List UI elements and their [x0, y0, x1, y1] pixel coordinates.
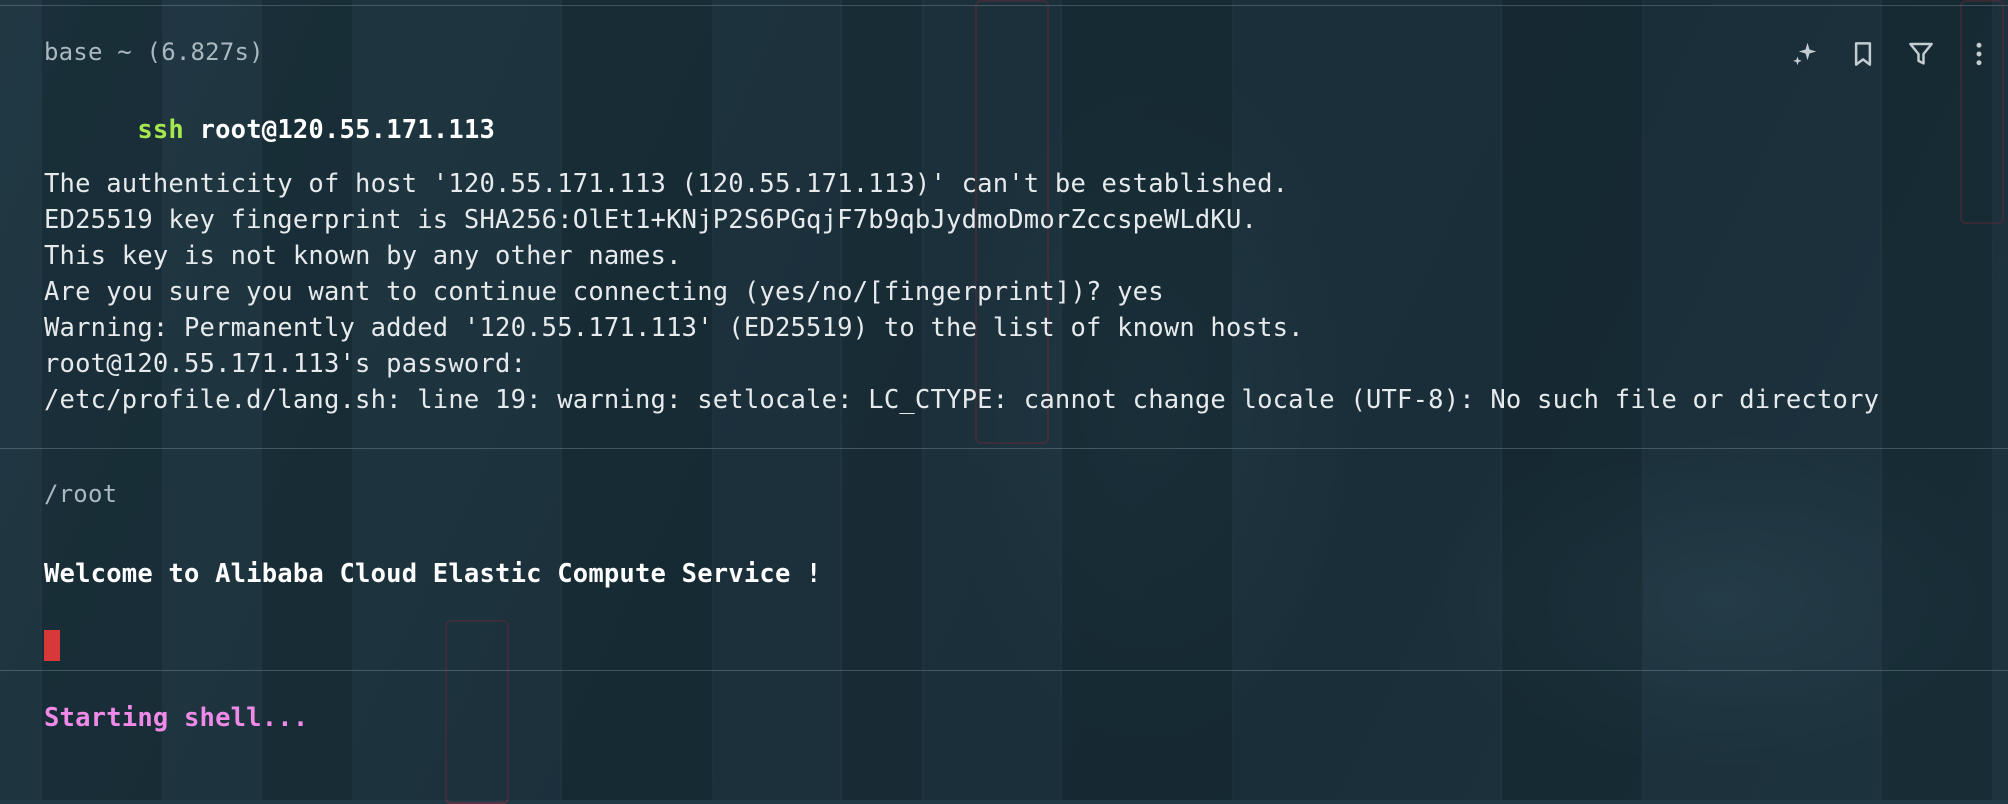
command-args: root@120.55.171.113: [199, 115, 496, 145]
more-vertical-icon: [1976, 42, 1982, 66]
block-toolbar: [1776, 34, 2008, 74]
ai-sparkle-button[interactable]: [1776, 34, 1834, 74]
output-line: The authenticity of host '120.55.171.113…: [44, 169, 1289, 199]
block-divider: [0, 448, 2008, 449]
status-message: Starting shell...: [44, 703, 309, 733]
output-line: root@120.55.171.113's password:: [44, 349, 527, 379]
output-line: Are you sure you want to continue connec…: [44, 277, 1164, 307]
output-line: This key is not known by any other names…: [44, 241, 682, 271]
terminal-cursor[interactable]: [44, 630, 60, 661]
bookmark-button[interactable]: [1834, 34, 1892, 74]
output-line: /etc/profile.d/lang.sh: line 19: warning…: [44, 385, 1880, 415]
terminal-output: base ~ (6.827s) ssh root@120.55.171.113 …: [0, 0, 2008, 800]
block-meta: base ~ (6.827s): [44, 38, 264, 66]
more-options-button[interactable]: [1950, 34, 2008, 74]
output-line: ED25519 key fingerprint is SHA256:OlEt1+…: [44, 205, 1258, 235]
current-directory: /root: [44, 480, 118, 508]
sparkle-icon: [1793, 42, 1817, 66]
top-divider: [0, 5, 2008, 6]
output-line: Warning: Permanently added '120.55.171.1…: [44, 313, 1304, 343]
filter-button[interactable]: [1892, 34, 1950, 74]
block-divider: [0, 670, 2008, 671]
welcome-message: Welcome to Alibaba Cloud Elastic Compute…: [44, 559, 822, 589]
bookmark-icon: [1854, 42, 1872, 66]
filter-icon: [1909, 42, 1933, 65]
command-name: ssh: [137, 115, 184, 145]
